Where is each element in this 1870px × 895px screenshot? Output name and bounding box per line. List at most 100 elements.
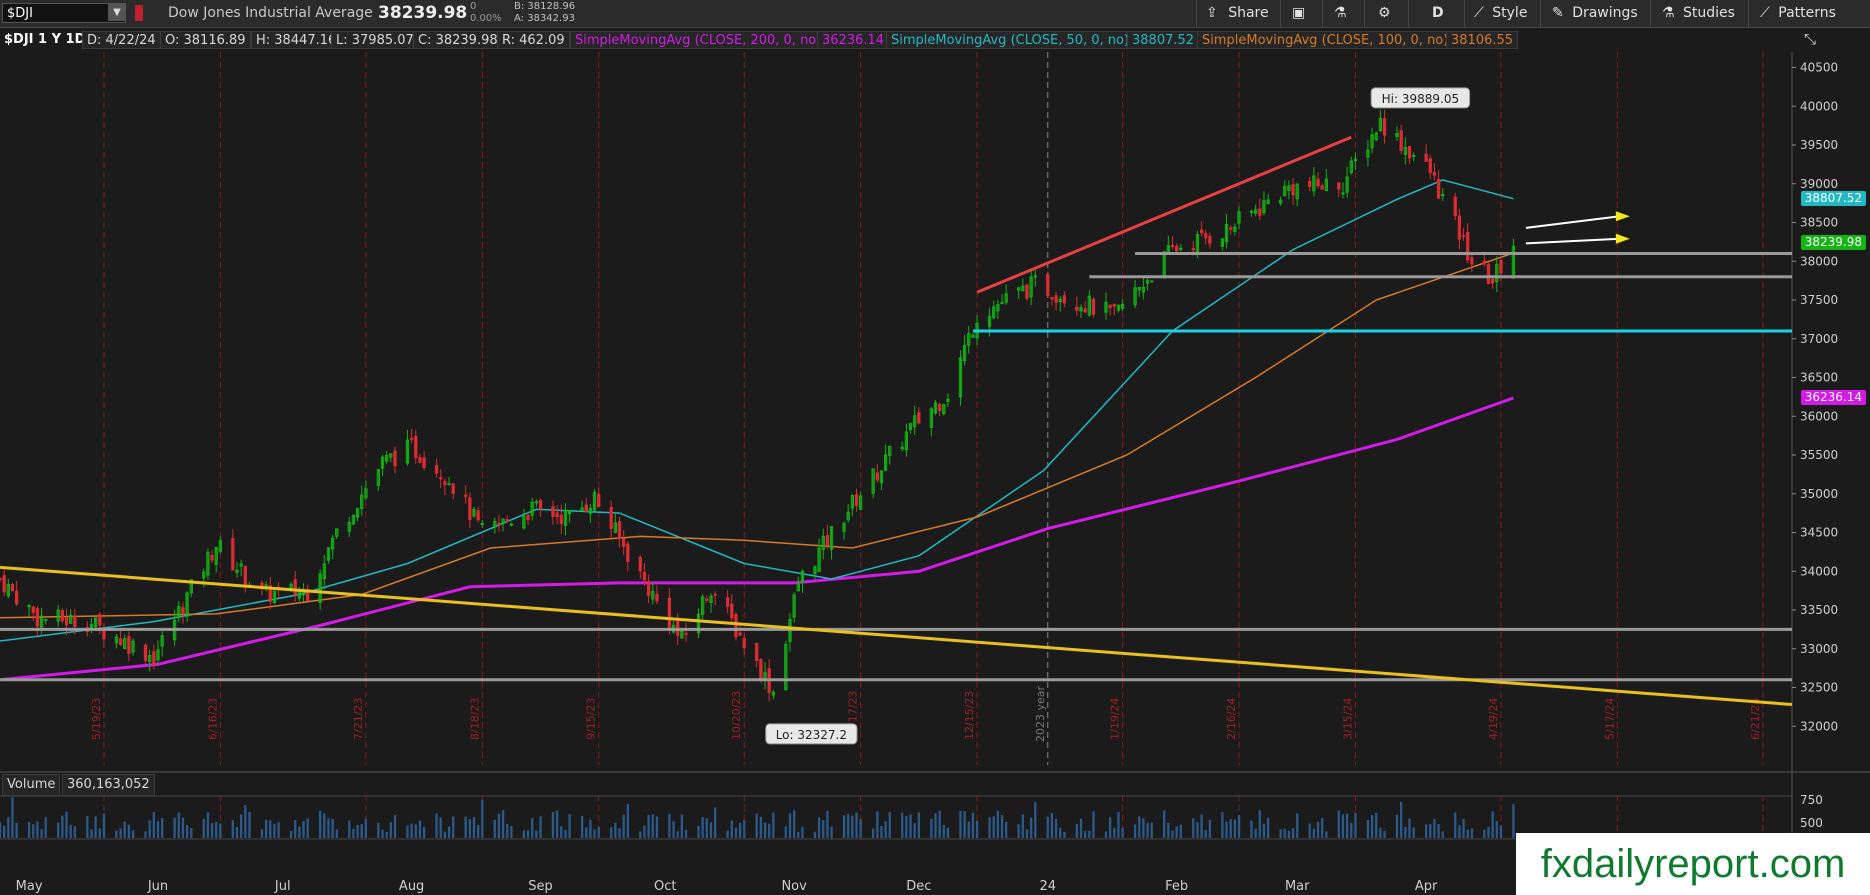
- x-tick-label: Feb: [1165, 879, 1188, 894]
- volume-bar: [360, 824, 363, 838]
- volume-bar: [734, 827, 738, 838]
- snapshot-button[interactable]: ▣: [1292, 3, 1305, 24]
- candle-body: [1141, 286, 1146, 293]
- toolbar-divider: [1464, 0, 1465, 27]
- candle-body: [127, 635, 131, 654]
- candle-body: [380, 456, 385, 469]
- candle-body: [243, 565, 247, 586]
- volume-bar: [393, 815, 397, 838]
- beaker-button[interactable]: ⚗: [1334, 3, 1347, 24]
- candle-body: [152, 651, 156, 665]
- y-tick-label: 35500: [1800, 448, 1838, 462]
- volume-bar: [763, 822, 767, 838]
- candle-body: [667, 597, 672, 631]
- candle-body: [385, 454, 389, 462]
- candle-body: [472, 509, 476, 517]
- candle-body: [102, 628, 106, 640]
- candle-body: [684, 632, 688, 635]
- volume-bar: [1163, 810, 1166, 838]
- volume-bar: [813, 831, 817, 838]
- volume-bar: [1383, 831, 1386, 838]
- candle-body: [626, 543, 630, 563]
- volume-bar: [248, 811, 251, 838]
- volume-bar: [901, 812, 904, 838]
- settings-button[interactable]: ⚙: [1378, 3, 1391, 24]
- candle-body: [701, 596, 705, 615]
- trendline: [976, 135, 1352, 294]
- volume-bar: [323, 813, 326, 838]
- candle-body: [742, 638, 746, 649]
- sma200-label[interactable]: SimpleMovingAvg (CLOSE, 200, 0, no): [570, 31, 827, 49]
- volume-bar: [1088, 830, 1091, 838]
- volume-bar: [788, 813, 792, 838]
- candle-body: [493, 520, 497, 527]
- candle-body: [908, 423, 913, 430]
- drawings-button[interactable]: ✎ Drawings: [1552, 3, 1638, 24]
- volume-bar: [1113, 828, 1116, 838]
- volume-bar: [992, 816, 995, 838]
- volume-bar: [156, 821, 160, 838]
- alert-icon[interactable]: [135, 5, 143, 21]
- x-tick-label: Oct: [654, 879, 676, 894]
- candle-body: [1312, 175, 1316, 192]
- volume-bar: [738, 822, 742, 838]
- volume-bar: [1258, 810, 1261, 838]
- patterns-icon: ⟋: [1760, 5, 1770, 21]
- candle-body: [389, 453, 393, 458]
- volume-bar: [1254, 828, 1257, 838]
- symbol-dropdown-icon[interactable]: ▼: [108, 4, 126, 21]
- volume-bar: [996, 810, 1000, 838]
- period-button[interactable]: D: [1432, 3, 1444, 24]
- candle-body: [996, 304, 1000, 312]
- volume-bar: [1034, 801, 1037, 838]
- volume-bar: [1462, 818, 1465, 838]
- price-change: 0 0.00%: [470, 1, 502, 25]
- volume-label[interactable]: Volume: [2, 774, 61, 796]
- candle-body: [376, 469, 381, 486]
- candle-body: [946, 398, 950, 402]
- collapse-icon[interactable]: ⤡: [1800, 30, 1820, 48]
- volume-bar: [643, 825, 646, 838]
- candle-body: [480, 522, 484, 525]
- volume-bar: [942, 825, 945, 838]
- chart-label[interactable]: $DJI 1 Y 1D: [0, 31, 90, 49]
- candle-body: [1266, 199, 1270, 205]
- volume-bar: [418, 820, 422, 838]
- candle-body: [1208, 235, 1212, 244]
- x-tick-label: Jun: [147, 879, 168, 894]
- style-button[interactable]: ⟋ Style: [1474, 3, 1527, 24]
- candle-body: [738, 632, 742, 636]
- candle-body: [1017, 287, 1021, 291]
- sma100-label[interactable]: SimpleMovingAvg (CLOSE, 100, 0, no): [1197, 31, 1454, 49]
- candle-body: [301, 589, 306, 596]
- candle-body: [904, 431, 909, 451]
- candle-body: [131, 640, 135, 653]
- candle-body: [1470, 257, 1474, 265]
- volume-bar: [277, 822, 280, 838]
- candle-body: [638, 557, 642, 572]
- candle-body: [35, 608, 40, 627]
- volume-bar: [1291, 828, 1295, 838]
- volume-bar: [298, 826, 301, 838]
- volume-bar: [1454, 812, 1457, 838]
- volume-bar: [626, 803, 629, 838]
- volume-bar: [464, 816, 467, 838]
- volume-bar: [501, 810, 505, 838]
- price-chart[interactable]: 5/19/23 6/16/23 7/21/23 8/18/23 9/15/23 10/20…: [0, 0, 1870, 895]
- candle-body: [409, 437, 414, 440]
- volume-bar: [389, 822, 392, 838]
- volume-bar: [36, 821, 39, 838]
- bid-value: B: 38128.96: [514, 1, 576, 12]
- candle-body: [1499, 260, 1503, 274]
- studies-button[interactable]: ⚗ Studies: [1662, 3, 1735, 24]
- sma50-label[interactable]: SimpleMovingAvg (CLOSE, 50, 0, no): [886, 31, 1135, 49]
- share-button[interactable]: ⇪ Share: [1206, 3, 1269, 24]
- volume-bar: [98, 828, 101, 838]
- expiration-label: 3/15/24: [1341, 698, 1354, 740]
- volume-bar: [1138, 816, 1141, 838]
- volume-bar: [1354, 812, 1357, 838]
- price-pane: [0, 52, 1792, 765]
- patterns-button[interactable]: ⟋ Patterns: [1760, 3, 1836, 24]
- ask-value: A: 38342.93: [514, 13, 575, 24]
- volume-bar: [244, 805, 247, 838]
